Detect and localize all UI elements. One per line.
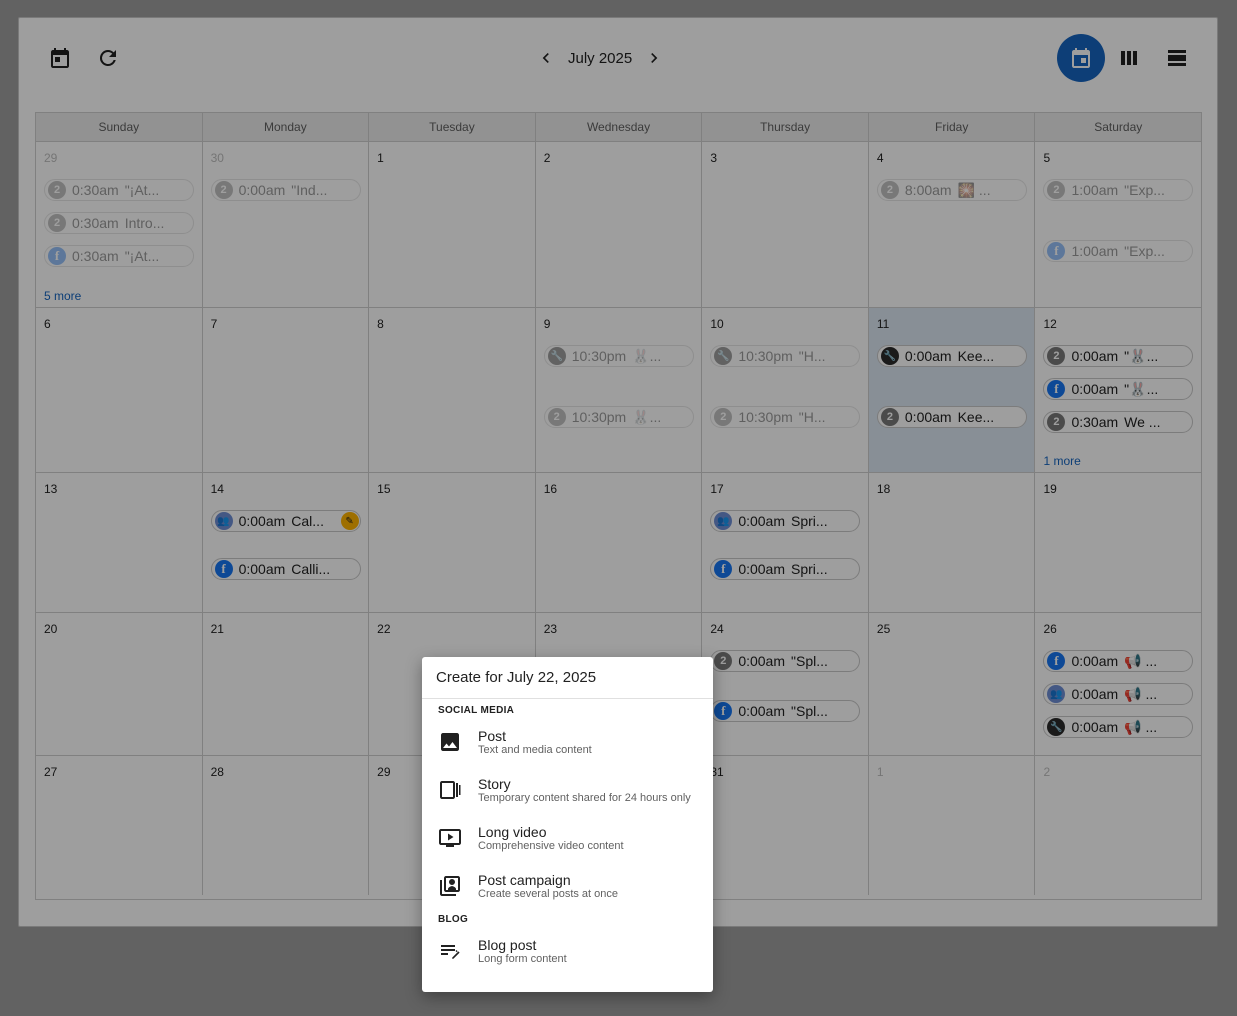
menu-item-label: Long video: [478, 823, 547, 840]
create-post-item[interactable]: Post Text and media content: [422, 718, 713, 766]
menu-item-text: Story Temporary content shared for 24 ho…: [478, 776, 691, 805]
create-blog-post-item[interactable]: Blog post Long form content: [422, 927, 713, 975]
story-icon: [438, 778, 462, 802]
campaign-icon: [438, 874, 462, 898]
menu-item-text: Post campaign Create several posts at on…: [478, 872, 618, 901]
menu-item-description: Temporary content shared for 24 hours on…: [478, 791, 691, 804]
menu-section-heading: SOCIAL MEDIA: [438, 705, 515, 716]
menu-section-heading: BLOG: [438, 914, 469, 925]
menu-item-label: Post campaign: [478, 871, 571, 888]
create-menu-title: Create for July 22, 2025: [422, 657, 713, 699]
menu-item-label: Blog post: [478, 936, 537, 953]
blog-edit-icon: [438, 939, 462, 963]
create-story-item[interactable]: Story Temporary content shared for 24 ho…: [422, 766, 713, 814]
create-long-video-item[interactable]: Long video Comprehensive video content: [422, 814, 713, 862]
create-menu: Create for July 22, 2025 SOCIAL MEDIA Po…: [422, 657, 713, 992]
menu-item-description: Create several posts at once: [478, 887, 619, 900]
menu-item-text: Post Text and media content: [478, 728, 592, 757]
menu-item-description: Text and media content: [478, 743, 592, 756]
menu-item-label: Post: [478, 727, 507, 744]
create-post-campaign-item[interactable]: Post campaign Create several posts at on…: [422, 862, 713, 910]
image-icon: [438, 730, 462, 754]
menu-item-description: Comprehensive video content: [478, 839, 624, 852]
menu-item-description: Long form content: [478, 952, 567, 965]
menu-item-text: Long video Comprehensive video content: [478, 824, 624, 853]
menu-item-text: Blog post Long form content: [478, 937, 567, 966]
menu-item-label: Story: [478, 775, 511, 792]
video-icon: [438, 826, 462, 850]
